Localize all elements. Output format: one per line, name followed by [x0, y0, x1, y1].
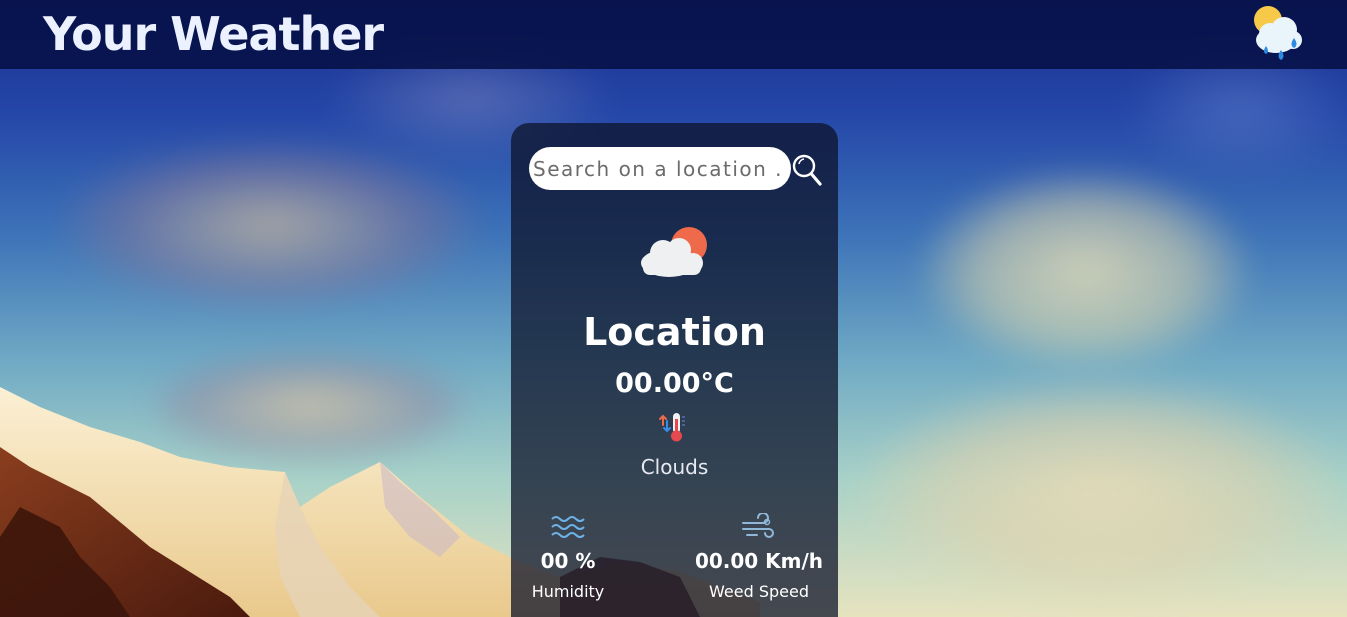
waves-icon [551, 516, 585, 538]
location-name: Location [583, 310, 766, 354]
temperature-value: 00.00°C [615, 368, 734, 399]
weather-condition: Clouds [640, 455, 709, 479]
app-title: Your Weather [43, 7, 384, 61]
wind-speed-label: Weed Speed [709, 582, 809, 601]
sun-cloud-rain-icon [1254, 6, 1302, 60]
bg-cloud [60, 140, 480, 310]
humidity-value: 00 % [540, 549, 596, 573]
search-icon[interactable] [791, 153, 823, 187]
search-input[interactable] [529, 147, 791, 190]
weather-card: Location 00.00°C Clouds 00 % Humidity [511, 123, 838, 617]
humidity-label: Humidity [531, 582, 605, 601]
cloud-sun-icon [641, 227, 707, 277]
humidity-stat: 00 % Humidity [493, 513, 643, 603]
weather-app: Your Weather Location 00.0 [0, 0, 1347, 617]
bg-cloud [860, 380, 1340, 600]
wind-stat: 00.00 Km/h Weed Speed [684, 513, 834, 603]
top-bar: Your Weather [0, 0, 1347, 69]
thermometer-icon [659, 413, 685, 442]
wind-icon [742, 513, 774, 538]
wind-speed-value: 00.00 Km/h [694, 549, 824, 573]
bg-cloud [920, 170, 1250, 370]
